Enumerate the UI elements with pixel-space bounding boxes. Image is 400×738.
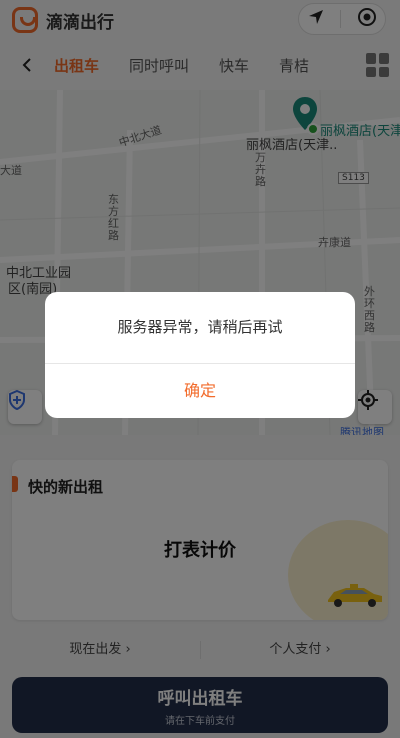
error-dialog: 服务器异常，请稍后再试 确定: [45, 292, 355, 418]
dialog-message: 服务器异常，请稍后再试: [117, 318, 283, 336]
confirm-button[interactable]: 确定: [45, 364, 355, 418]
